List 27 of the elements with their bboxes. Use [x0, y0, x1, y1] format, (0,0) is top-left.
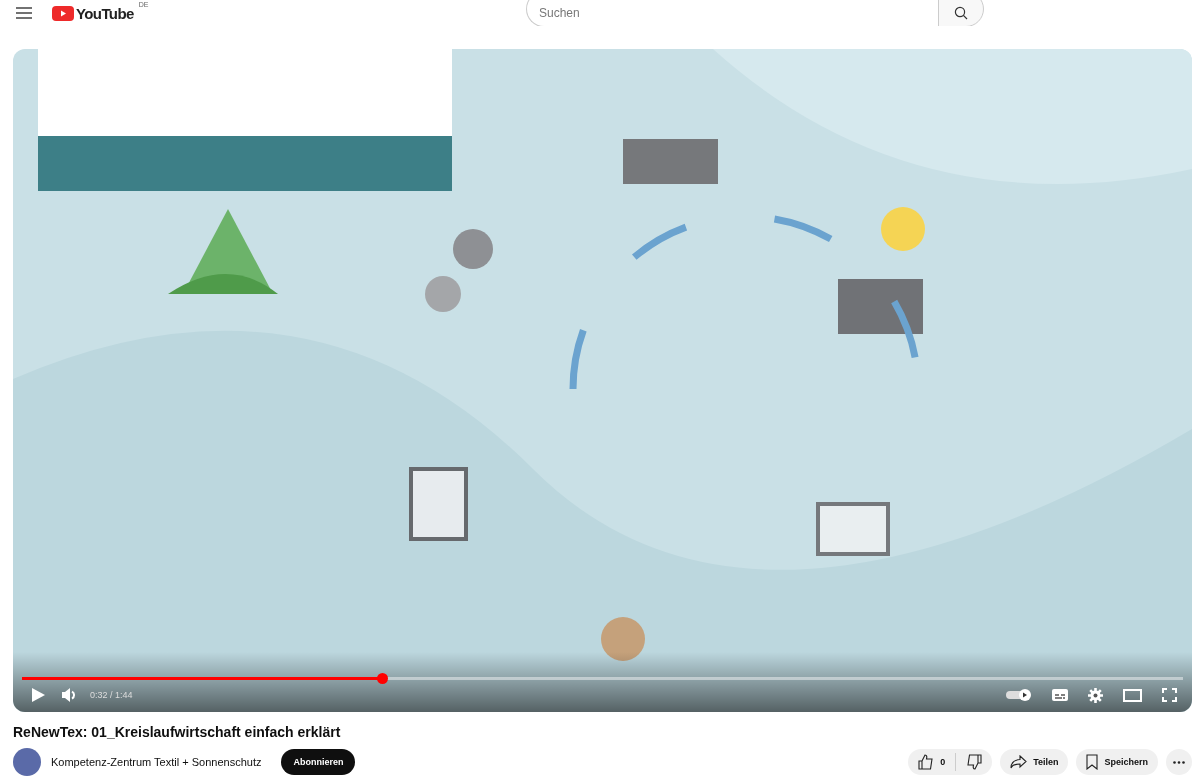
- video-title: ReNewTex: 01_Kreislaufwirtschaft einfach erklärt: [13, 724, 342, 740]
- search-icon: [954, 6, 968, 20]
- menu-icon[interactable]: [16, 7, 32, 19]
- bookmark-icon: [1086, 754, 1099, 770]
- logo-text[interactable]: YouTube: [76, 4, 134, 22]
- autoplay-toggle-icon[interactable]: [1006, 689, 1032, 701]
- save-button[interactable]: Speichern: [1076, 749, 1158, 775]
- search-button[interactable]: [938, 0, 984, 26]
- like-button[interactable]: 0: [908, 749, 956, 775]
- progress-handle[interactable]: [376, 673, 388, 684]
- volume-icon[interactable]: [62, 688, 77, 702]
- share-button[interactable]: Teilen: [1000, 749, 1069, 775]
- more-button[interactable]: [1166, 749, 1192, 775]
- fullscreen-icon[interactable]: [1162, 688, 1177, 702]
- play-icon[interactable]: [32, 688, 45, 702]
- time-display: 0:32 / 1:44: [90, 690, 133, 700]
- subtitles-icon[interactable]: [1052, 689, 1068, 701]
- thumbs-down-icon: [966, 754, 983, 770]
- thumbs-up-icon: [918, 754, 935, 770]
- play-logo-icon: [52, 5, 74, 21]
- theater-mode-icon[interactable]: [1123, 688, 1142, 702]
- more-icon: [1173, 760, 1185, 764]
- channel-avatar[interactable]: [13, 748, 41, 776]
- settings-icon[interactable]: [1088, 687, 1103, 703]
- share-arrow-icon: [1010, 755, 1028, 769]
- channel-name[interactable]: Kompetenz-Zentrum Textil + Sonnenschutz: [51, 756, 262, 768]
- subscribe-button[interactable]: Abonnieren: [281, 749, 356, 775]
